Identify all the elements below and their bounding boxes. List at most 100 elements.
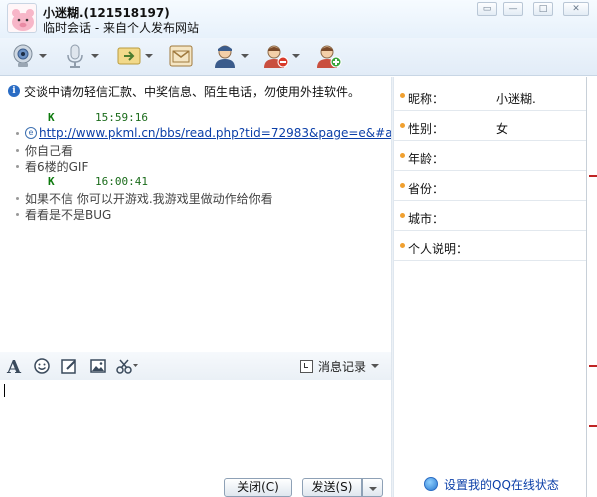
add-friend-button[interactable] [316, 41, 342, 71]
voice-call-icon [67, 44, 83, 68]
message-header: K 16:00:41 [48, 175, 148, 189]
bullet [16, 165, 19, 168]
message-sender: K [48, 111, 55, 124]
chevron-down-icon [145, 54, 153, 58]
message-line: 你自己看 [16, 142, 73, 159]
contact-info-button[interactable] [212, 41, 249, 71]
profile-row-gender: 性别： 女 [394, 111, 586, 141]
close-window-button[interactable]: ✕ [563, 2, 589, 16]
message-text: 你自己看 [25, 144, 74, 158]
send-options-button[interactable] [362, 478, 383, 497]
close-button[interactable]: 关闭(C) [224, 478, 292, 497]
send-mail-button[interactable] [168, 41, 194, 71]
message-line: 如果不信 你可以开游戏.我游戏里做动作给你看 [16, 190, 273, 207]
profile-row-nickname: 昵称： 小迷糊. [394, 81, 586, 111]
svg-text:A: A [6, 357, 22, 375]
message-text: 看看是不是BUG [25, 208, 112, 222]
security-notice-text: 交谈中请勿轻信汇款、中奖信息、陌生电话，勿使用外挂软件。 [24, 84, 361, 99]
edge-marker [589, 425, 597, 427]
chat-history[interactable]: i 交谈中请勿轻信汇款、中奖信息、陌生电话，勿使用外挂软件。 K 15:59:1… [0, 77, 393, 352]
contact-avatar[interactable] [7, 3, 37, 33]
message-header: K 15:59:16 [48, 111, 148, 125]
chevron-down-icon [91, 54, 99, 58]
bullet-icon [400, 183, 405, 188]
globe-icon [424, 477, 438, 491]
video-call-button[interactable] [10, 41, 47, 71]
bullet-icon [400, 153, 405, 158]
menu-icon: ▭ [482, 4, 492, 14]
maximize-button[interactable]: □ [533, 2, 553, 16]
profile-value: 小迷糊. [496, 92, 536, 106]
message-text: 看6楼的GIF [25, 160, 89, 174]
message-time: 15:59:16 [95, 111, 148, 124]
minimize-icon: — [508, 4, 518, 14]
emoticon-icon[interactable] [34, 358, 50, 374]
chevron-down-icon [292, 54, 300, 58]
block-user-button[interactable] [263, 41, 300, 71]
bottom-bar: 关闭(C) 发送(S) [0, 474, 391, 497]
set-qq-status-label: 设置我的QQ在线状态 [444, 477, 559, 492]
voice-call-button[interactable] [62, 41, 99, 71]
edge-marker [589, 175, 597, 177]
chevron-down-icon [371, 364, 380, 368]
edge-marker [589, 365, 597, 367]
send-button[interactable]: 发送(S) [302, 478, 362, 497]
bullet-icon [400, 123, 405, 128]
title-bar: 小迷糊.(121518197) 临时会话 - 来自个人发布网站 ▭ — □ ✕ [0, 0, 597, 38]
send-file-button[interactable] [116, 41, 153, 71]
message-input[interactable] [0, 380, 391, 474]
add-friend-icon [317, 45, 342, 68]
link-icon: e [25, 127, 37, 139]
security-notice: i 交谈中请勿轻信汇款、中奖信息、陌生电话，勿使用外挂软件。 [8, 83, 360, 99]
history-label: 消息记录 [318, 359, 367, 374]
bullet [16, 197, 19, 200]
pig-avatar-icon [12, 9, 34, 31]
bullet [16, 213, 19, 216]
profile-label: 省份： [408, 182, 445, 196]
minimize-button[interactable]: — [503, 2, 523, 16]
maximize-icon: □ [538, 4, 548, 14]
message-link[interactable]: http://www.pkml.cn/bbs/read.php?tid=7298… [39, 126, 393, 140]
bullet [16, 131, 19, 135]
message-line: e http://www.pkml.cn/bbs/read.php?tid=72… [16, 126, 393, 140]
message-text: 如果不信 你可以开游戏.我游戏里做动作给你看 [25, 192, 273, 206]
chevron-down-icon [368, 487, 377, 491]
chevron-down-icon [241, 54, 249, 58]
profile-label: 昵称： [408, 92, 445, 106]
profile-panel: 昵称： 小迷糊. 性别： 女 年龄： 省份： 城市： 个人说明： 设置我的QQ在… [394, 77, 586, 497]
screenshot-scissors-icon[interactable] [116, 358, 138, 374]
toolbar [0, 38, 597, 76]
info-icon: i [8, 85, 20, 97]
side-strip [586, 77, 597, 497]
chevron-down-icon [39, 54, 47, 58]
set-qq-status-link[interactable]: 设置我的QQ在线状态 [424, 476, 559, 492]
bullet [16, 149, 19, 152]
block-user-icon [264, 45, 289, 68]
send-file-icon [117, 47, 141, 65]
send-mail-icon [169, 45, 193, 67]
contact-info-icon [215, 45, 235, 68]
bullet-icon [400, 93, 405, 98]
message-time: 16:00:41 [95, 175, 148, 188]
profile-label: 性别： [408, 122, 445, 136]
font-icon[interactable]: A [6, 357, 24, 375]
message-history-button[interactable]: 消息记录 [300, 358, 380, 374]
profile-row-city: 城市： [394, 201, 586, 231]
profile-label: 个人说明： [408, 242, 469, 256]
bullet-icon [400, 243, 405, 248]
message-sender: K [48, 175, 55, 188]
profile-value: 女 [496, 122, 509, 136]
send-image-icon[interactable] [90, 358, 106, 374]
input-toolbar: A 消息记录 [0, 352, 391, 380]
message-line: 看6楼的GIF [16, 158, 88, 175]
magic-text-icon[interactable] [61, 358, 77, 374]
bullet-icon [400, 213, 405, 218]
profile-row-province: 省份： [394, 171, 586, 201]
message-line: 看看是不是BUG [16, 206, 111, 223]
close-icon: ✕ [572, 4, 580, 14]
profile-row-description: 个人说明： [394, 231, 586, 261]
profile-label: 城市： [408, 212, 445, 226]
menu-button[interactable]: ▭ [477, 2, 497, 16]
session-subtitle: 临时会话 - 来自个人发布网站 [43, 21, 199, 35]
history-icon [300, 359, 313, 373]
